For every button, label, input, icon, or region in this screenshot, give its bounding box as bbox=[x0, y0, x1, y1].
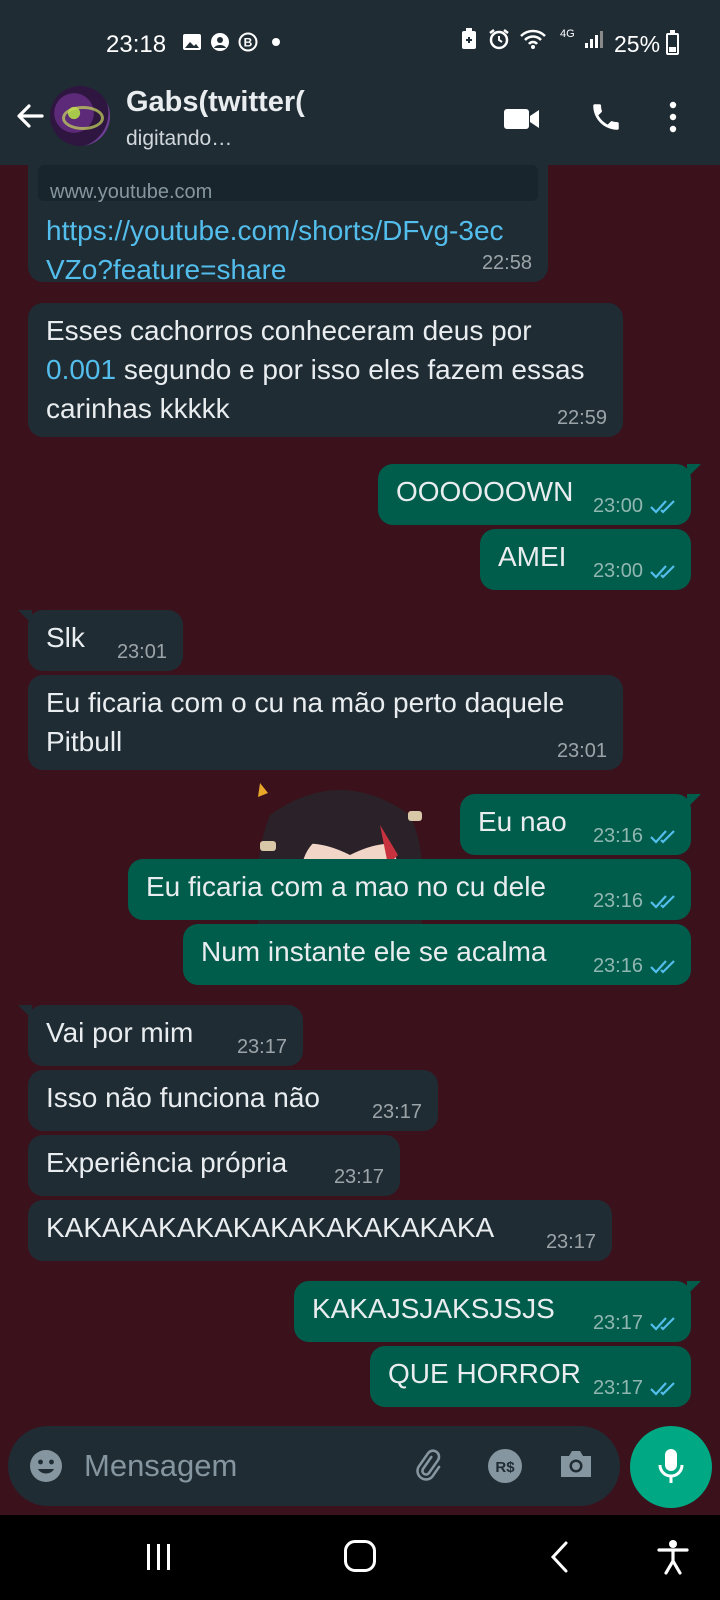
message-bubble-incoming[interactable]: Isso não funciona não 23:17 bbox=[28, 1070, 438, 1131]
battery-percent: 25% bbox=[614, 31, 661, 57]
message-bubble-incoming[interactable]: Experiência própria 23:17 bbox=[28, 1135, 400, 1196]
message-bubble-incoming[interactable]: Eu ficaria com o cu na mão perto daquele… bbox=[28, 675, 623, 770]
read-ticks-icon bbox=[650, 895, 675, 909]
svg-text:R$: R$ bbox=[495, 1459, 515, 1476]
message-time: 23:17 bbox=[592, 1312, 643, 1334]
message-time: 23:00 bbox=[592, 495, 643, 517]
message-composer: Mensagem R$ bbox=[8, 1426, 620, 1506]
message-bubble-incoming[interactable]: Slk 23:01 bbox=[18, 610, 183, 671]
message-text: Vai por mim bbox=[46, 1017, 194, 1048]
message-text: Isso não funciona não bbox=[46, 1082, 320, 1113]
signal-icon bbox=[583, 28, 605, 50]
chat-header: Gabs(twitter( digitando… bbox=[0, 80, 720, 165]
microphone-icon bbox=[658, 1449, 684, 1483]
message-text: Eu ficaria com o cu na mão perto daquele… bbox=[46, 687, 565, 757]
accessibility-icon[interactable] bbox=[656, 1539, 690, 1580]
message-time: 23:17 bbox=[236, 1036, 287, 1058]
link-preview-site: www.youtube.com bbox=[50, 181, 213, 203]
message-time: 23:17 bbox=[545, 1231, 596, 1253]
message-text: QUE HORROR bbox=[388, 1358, 581, 1389]
paperclip-icon[interactable] bbox=[408, 1446, 446, 1489]
message-text: KAKAJSJAKSJSJS bbox=[312, 1293, 555, 1324]
message-bubble-outgoing[interactable]: QUE HORROR 23:17 bbox=[370, 1346, 691, 1407]
message-bubble-incoming[interactable]: www.youtube.com https://youtube.com/shor… bbox=[28, 165, 548, 285]
message-bubble-incoming[interactable]: Esses cachorros conheceram deus por 0.00… bbox=[28, 303, 623, 437]
message-bubble-outgoing[interactable]: Eu ficaria com a mao no cu dele 23:16 bbox=[128, 859, 691, 920]
account-notification-icon bbox=[209, 31, 231, 53]
message-time: 22:59 bbox=[556, 407, 607, 429]
read-ticks-icon bbox=[650, 830, 675, 844]
recent-apps-icon[interactable] bbox=[144, 1542, 174, 1577]
battery-icon bbox=[666, 30, 679, 55]
message-time: 23:16 bbox=[592, 955, 643, 977]
message-time: 22:58 bbox=[481, 252, 532, 274]
avatar[interactable] bbox=[50, 86, 110, 146]
message-time: 23:00 bbox=[592, 560, 643, 582]
phone-number-link[interactable]: 0.001 bbox=[46, 354, 116, 385]
message-bubble-outgoing[interactable]: KAKAJSJAKSJSJS 23:17 bbox=[294, 1281, 701, 1342]
notification-icons: B bbox=[181, 31, 287, 53]
typing-status: digitando… bbox=[126, 127, 233, 150]
battery-saver-icon bbox=[458, 28, 480, 50]
message-time: 23:01 bbox=[116, 641, 167, 663]
emoji-icon[interactable] bbox=[28, 1448, 64, 1489]
system-navigation-bar bbox=[0, 1515, 720, 1600]
message-text: Eu ficaria com a mao no cu dele bbox=[146, 871, 546, 902]
read-ticks-icon bbox=[650, 1382, 675, 1396]
status-bar: 23:18 B 4G 25% bbox=[0, 0, 720, 88]
message-time: 23:01 bbox=[556, 740, 607, 762]
wifi-icon bbox=[518, 28, 548, 50]
message-text: AMEI bbox=[498, 541, 567, 572]
message-list[interactable]: www.youtube.com https://youtube.com/shor… bbox=[0, 165, 720, 1418]
read-ticks-icon bbox=[650, 1317, 675, 1331]
status-time: 23:18 bbox=[106, 31, 167, 58]
message-link[interactable]: https://youtube.com/shorts/DFvg-3ecVZo?f… bbox=[46, 211, 506, 289]
b-notification-icon: B bbox=[237, 31, 259, 53]
video-call-icon[interactable] bbox=[503, 106, 541, 137]
read-ticks-icon bbox=[650, 565, 675, 579]
message-text: Esses cachorros conheceram deus por 0.00… bbox=[46, 315, 585, 424]
gallery-notification-icon bbox=[181, 31, 203, 53]
link-preview[interactable]: www.youtube.com bbox=[38, 165, 538, 203]
message-bubble-outgoing[interactable]: Eu nao 23:16 bbox=[460, 794, 701, 855]
message-text: OOOOOOWN bbox=[396, 476, 574, 507]
phone-icon[interactable] bbox=[589, 100, 623, 139]
message-bubble-outgoing[interactable]: AMEI 23:00 bbox=[480, 529, 691, 590]
message-time: 23:17 bbox=[592, 1377, 643, 1399]
read-ticks-icon bbox=[650, 500, 675, 514]
home-icon[interactable] bbox=[344, 1540, 376, 1572]
message-bubble-incoming[interactable]: KAKAKAKAKAKAKAKAKAKAKAKA 23:17 bbox=[28, 1200, 612, 1261]
message-bubble-outgoing[interactable]: OOOOOOWN 23:00 bbox=[378, 464, 701, 525]
message-bubble-incoming[interactable]: Vai por mim 23:17 bbox=[18, 1005, 303, 1066]
message-text: KAKAKAKAKAKAKAKAKAKAKAKA bbox=[46, 1212, 495, 1243]
message-text: Slk bbox=[46, 622, 85, 653]
payment-icon[interactable]: R$ bbox=[486, 1447, 524, 1490]
message-input[interactable]: Mensagem bbox=[84, 1448, 237, 1484]
microphone-button[interactable] bbox=[630, 1426, 712, 1508]
message-text: Eu nao bbox=[478, 806, 567, 837]
message-time: 23:16 bbox=[592, 825, 643, 847]
message-time: 23:17 bbox=[371, 1101, 422, 1123]
camera-icon[interactable] bbox=[558, 1447, 594, 1486]
message-time: 23:16 bbox=[592, 890, 643, 912]
arrow-left-icon[interactable] bbox=[12, 98, 48, 134]
system-status-icons: 4G bbox=[458, 28, 605, 50]
message-time: 23:17 bbox=[333, 1166, 384, 1188]
contact-name[interactable]: Gabs(twitter( bbox=[126, 86, 305, 119]
more-notifications-dot-icon bbox=[265, 31, 287, 53]
read-ticks-icon bbox=[650, 960, 675, 974]
message-bubble-outgoing[interactable]: Num instante ele se acalma 23:16 bbox=[183, 924, 691, 985]
svg-text:B: B bbox=[244, 36, 253, 50]
nav-back-icon[interactable] bbox=[548, 1540, 572, 1579]
network-type: 4G bbox=[560, 28, 575, 40]
alarm-icon bbox=[488, 28, 510, 50]
message-text: Num instante ele se acalma bbox=[201, 936, 547, 967]
more-vertical-icon[interactable] bbox=[668, 100, 678, 139]
message-text: Experiência própria bbox=[46, 1147, 288, 1178]
